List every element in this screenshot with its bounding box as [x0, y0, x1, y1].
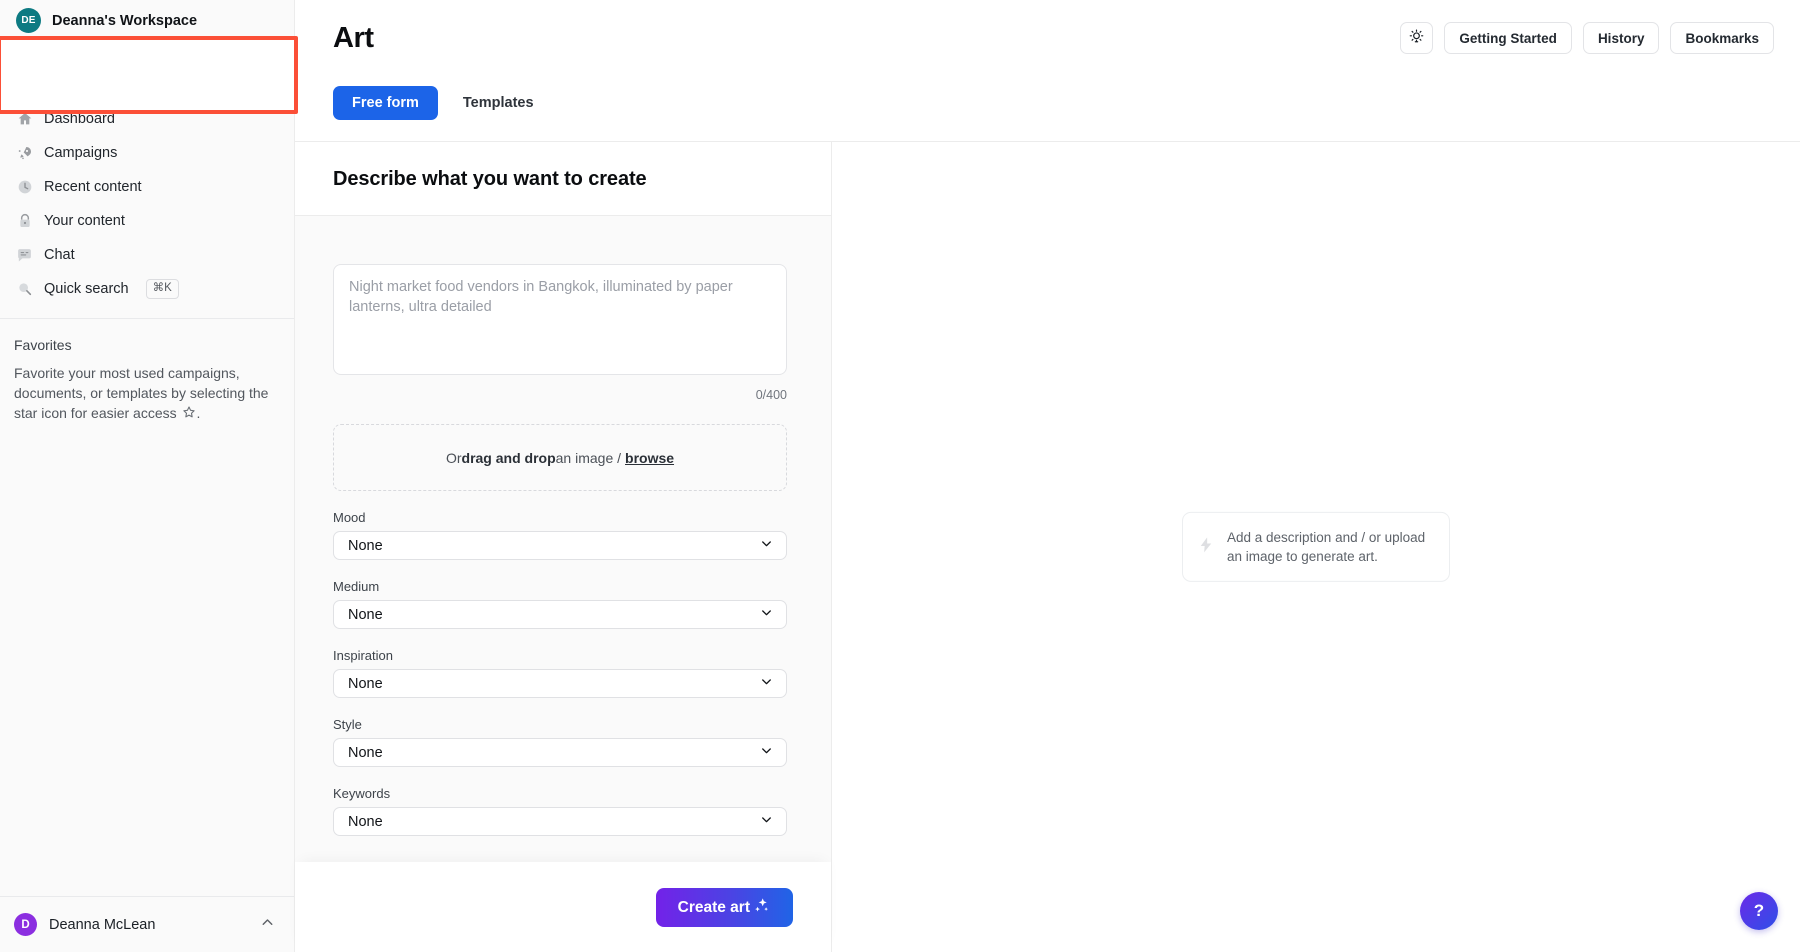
select-value: None	[348, 538, 759, 554]
chevron-down-icon	[759, 605, 774, 625]
page-title: Art	[333, 22, 374, 55]
field-label: Mood	[333, 510, 787, 525]
field-inspiration: Inspiration None	[333, 648, 787, 698]
top-bar: Art Getting Started History Bookmarks	[295, 0, 1800, 86]
field-label: Medium	[333, 579, 787, 594]
quick-search-shortcut: ⌘K	[146, 279, 179, 299]
main-content: Art Getting Started History Bookmarks Fr…	[295, 0, 1800, 952]
sidebar-item-label: Chat	[44, 247, 75, 263]
create-content-wrapper: + Create new content...	[0, 40, 294, 98]
lightbulb-icon	[1408, 28, 1425, 48]
empty-state-hint-card: Add a description and / or upload an ima…	[1182, 512, 1450, 582]
preview-column: Add a description and / or upload an ima…	[832, 142, 1800, 952]
medium-select[interactable]: None	[333, 600, 787, 629]
field-style: Style None	[333, 717, 787, 767]
help-button[interactable]: ?	[1740, 892, 1778, 930]
plus-icon: +	[66, 60, 75, 76]
tab-templates[interactable]: Templates	[444, 86, 553, 120]
dropzone-middle: an image /	[556, 450, 621, 466]
favorites-description-text: Favorite your most used campaigns, docum…	[14, 365, 268, 421]
form-column: Describe what you want to create 0/400 O…	[295, 142, 832, 952]
form-heading: Describe what you want to create	[333, 168, 793, 191]
rocket-icon	[16, 145, 33, 162]
field-mood: Mood None	[333, 510, 787, 560]
chat-bubble-icon	[16, 247, 33, 264]
sidebar: DE Deanna's Workspace + Create new conte…	[0, 0, 295, 952]
workspace-name: Deanna's Workspace	[52, 13, 197, 29]
history-button[interactable]: History	[1583, 22, 1660, 54]
user-name: Deanna McLean	[49, 917, 247, 933]
browse-link[interactable]: browse	[625, 450, 674, 466]
sidebar-item-label: Dashboard	[44, 111, 115, 127]
inspiration-select[interactable]: None	[333, 669, 787, 698]
empty-state-hint-text: Add a description and / or upload an ima…	[1227, 528, 1430, 566]
sidebar-spacer	[0, 424, 294, 896]
sidebar-nav: Dashboard Campaigns Recent content Your …	[0, 98, 294, 306]
tab-bar: Free form Templates	[295, 86, 1800, 120]
star-outline-icon	[182, 404, 196, 424]
tab-free-form[interactable]: Free form	[333, 86, 438, 120]
workspace-header[interactable]: DE Deanna's Workspace	[0, 0, 294, 40]
keywords-select[interactable]: None	[333, 807, 787, 836]
create-new-content-button[interactable]: + Create new content...	[16, 50, 278, 86]
field-medium: Medium None	[333, 579, 787, 629]
create-new-content-label: Create new content...	[85, 60, 228, 76]
chevron-down-icon	[759, 536, 774, 556]
lightbulb-icon-button[interactable]	[1400, 22, 1433, 54]
content-area: Describe what you want to create 0/400 O…	[295, 141, 1800, 952]
workspace-avatar: DE	[16, 8, 41, 33]
dropzone-prefix: Or	[446, 450, 462, 466]
sidebar-item-your-content[interactable]: Your content	[0, 204, 294, 238]
chevron-down-icon	[759, 743, 774, 763]
bookmarks-button[interactable]: Bookmarks	[1670, 22, 1774, 54]
sidebar-item-label: Recent content	[44, 179, 142, 195]
bolt-icon	[1197, 534, 1215, 561]
prompt-input[interactable]	[333, 264, 787, 375]
select-value: None	[348, 814, 759, 830]
top-bar-actions: Getting Started History Bookmarks	[1400, 22, 1774, 54]
character-counter: 0/400	[333, 388, 787, 402]
dropzone-bold-text: drag and drop	[462, 450, 556, 466]
field-label: Inspiration	[333, 648, 787, 663]
sidebar-item-label: Quick search	[44, 281, 129, 297]
clock-icon	[16, 179, 33, 196]
favorites-description: Favorite your most used campaigns, docum…	[0, 363, 294, 424]
sidebar-item-recent-content[interactable]: Recent content	[0, 170, 294, 204]
select-value: None	[348, 745, 759, 761]
sidebar-item-campaigns[interactable]: Campaigns	[0, 136, 294, 170]
field-keywords: Keywords None	[333, 786, 787, 836]
chevron-down-icon	[759, 812, 774, 832]
select-value: None	[348, 607, 759, 623]
field-label: Keywords	[333, 786, 787, 801]
sidebar-item-dashboard[interactable]: Dashboard	[0, 102, 294, 136]
style-select[interactable]: None	[333, 738, 787, 767]
getting-started-button[interactable]: Getting Started	[1444, 22, 1572, 54]
image-dropzone[interactable]: Or drag and drop an image / browse	[333, 424, 787, 491]
create-art-label: Create art	[678, 899, 750, 917]
avatar: D	[14, 913, 37, 936]
magnifier-icon	[16, 281, 33, 298]
mood-select[interactable]: None	[333, 531, 787, 560]
sidebar-item-quick-search[interactable]: Quick search ⌘K	[0, 272, 294, 306]
chevron-down-icon	[759, 674, 774, 694]
sidebar-item-label: Your content	[44, 213, 125, 229]
sidebar-item-label: Campaigns	[44, 145, 117, 161]
favorites-title: Favorites	[0, 319, 294, 363]
home-icon	[16, 111, 33, 128]
sidebar-item-chat[interactable]: Chat	[0, 238, 294, 272]
lock-icon	[16, 213, 33, 230]
form-footer: Create art	[295, 862, 831, 952]
chevron-up-icon[interactable]	[259, 914, 276, 936]
create-art-button[interactable]: Create art	[656, 888, 793, 927]
select-value: None	[348, 676, 759, 692]
field-label: Style	[333, 717, 787, 732]
form-body: 0/400 Or drag and drop an image / browse…	[295, 216, 831, 862]
app-root: DE Deanna's Workspace + Create new conte…	[0, 0, 1800, 952]
user-account-row[interactable]: D Deanna McLean	[0, 896, 294, 952]
sparkles-icon	[752, 896, 771, 920]
favorites-description-period: .	[197, 405, 201, 421]
form-header: Describe what you want to create	[295, 142, 831, 216]
